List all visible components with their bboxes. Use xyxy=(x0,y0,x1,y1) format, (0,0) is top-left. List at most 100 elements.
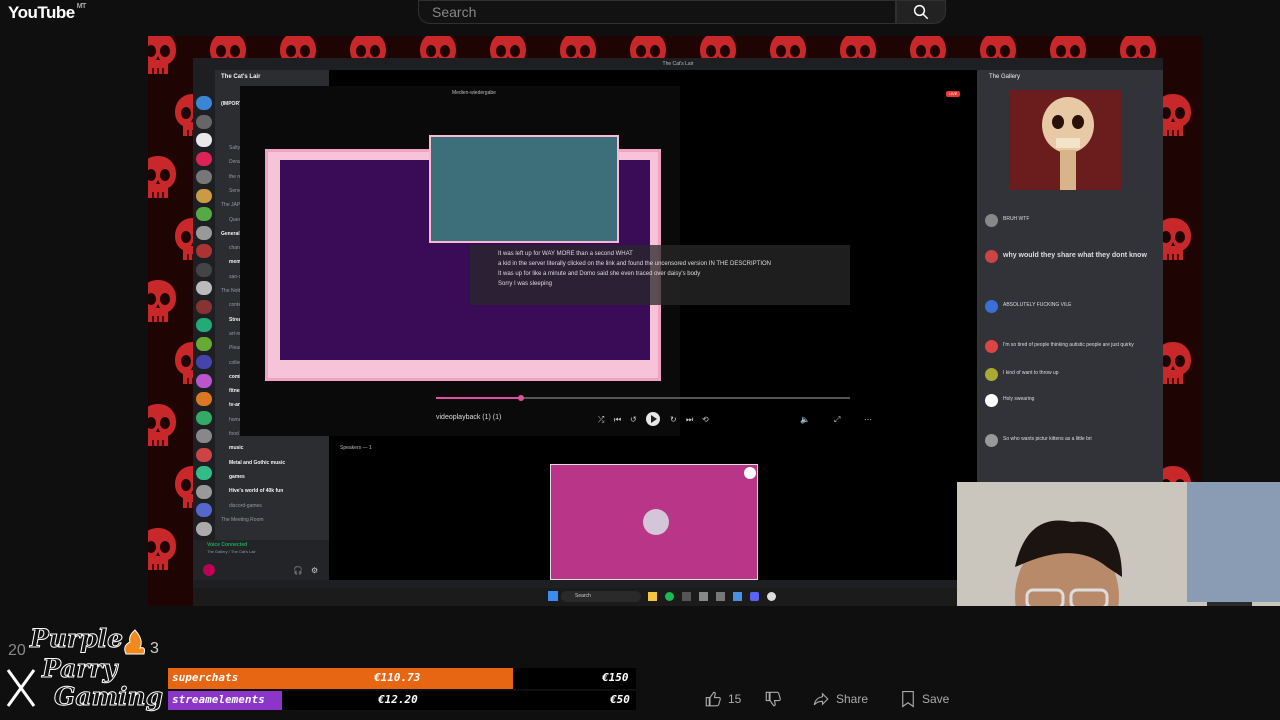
channel-item[interactable]: music xyxy=(229,445,243,451)
live-badge: LIVE xyxy=(946,91,960,97)
avatar[interactable] xyxy=(985,394,998,407)
close-icon[interactable] xyxy=(744,467,756,479)
share-label: Share xyxy=(836,692,869,706)
streamer-facecam xyxy=(429,135,619,243)
server-icon[interactable] xyxy=(196,96,212,110)
chat-message-text: why would they share what they dont know xyxy=(1003,252,1147,259)
channel-item[interactable]: The Meeting Room xyxy=(221,517,264,523)
fullscreen-icon[interactable]: ⤢ xyxy=(834,415,840,425)
server-icon[interactable] xyxy=(196,207,212,221)
shuffle-icon[interactable]: ⤮ xyxy=(598,415,604,425)
search-button[interactable] xyxy=(896,0,946,24)
server-icon[interactable] xyxy=(196,336,212,351)
thumbs-up-icon xyxy=(705,691,721,707)
repeat-icon[interactable]: ⟲ xyxy=(702,415,709,424)
like-button[interactable]: 15 xyxy=(704,688,741,710)
server-icon[interactable] xyxy=(196,392,212,406)
headphones-icon[interactable]: 🎧 xyxy=(293,566,303,575)
taskbar-search-label: Search xyxy=(575,593,591,599)
more-icon[interactable]: ⋯ xyxy=(864,415,872,424)
server-icon[interactable] xyxy=(196,484,212,499)
player-app-title: Medien-wiedergabe xyxy=(452,90,496,96)
server-icon[interactable] xyxy=(196,225,212,240)
app-icon[interactable] xyxy=(716,592,725,601)
gallery-title: The Gallery xyxy=(989,74,1021,80)
chat-message: So who wants pictur kittens as a little … xyxy=(1003,436,1153,442)
avatar[interactable] xyxy=(985,214,998,227)
volume-icon[interactable]: 🔈 xyxy=(800,415,810,424)
skull-icon xyxy=(148,156,176,198)
gallery-skeleton-image[interactable] xyxy=(1010,90,1122,190)
avatar[interactable] xyxy=(203,564,215,576)
taskbar-search[interactable]: Search xyxy=(561,591,641,602)
youtube-logo-suffix: MT xyxy=(76,3,87,10)
server-icon[interactable] xyxy=(196,355,212,369)
voice-channel-name[interactable]: The Gallery / The Cat's Lair xyxy=(207,549,256,554)
share-icon xyxy=(813,692,829,706)
superchats-label: superchats xyxy=(172,671,239,684)
server-icon[interactable] xyxy=(196,133,212,147)
side-number-2: 3 xyxy=(150,640,159,657)
server-name[interactable]: The Cat's Lair xyxy=(221,74,260,80)
avatar[interactable] xyxy=(985,340,998,353)
bookmark-icon xyxy=(902,690,914,708)
progress-handle[interactable] xyxy=(518,395,524,401)
streamelements-goal: €50 xyxy=(610,693,630,706)
search-input[interactable]: Search xyxy=(418,0,896,24)
channel-item[interactable]: games xyxy=(229,474,245,480)
gear-icon[interactable]: ⚙ xyxy=(311,566,318,575)
crossed-swords-icon xyxy=(6,669,36,707)
server-icon[interactable] xyxy=(196,318,212,332)
chat-message-text: Holy swearing xyxy=(1003,396,1035,402)
server-icon[interactable] xyxy=(196,151,212,166)
avatar[interactable] xyxy=(985,300,998,313)
server-icon[interactable] xyxy=(196,244,212,258)
server-icon[interactable] xyxy=(196,429,212,443)
server-icon[interactable] xyxy=(196,466,212,480)
chrome-icon[interactable] xyxy=(767,592,776,601)
windows-start-icon[interactable] xyxy=(548,591,558,601)
server-icon[interactable] xyxy=(196,188,212,203)
dislike-button[interactable] xyxy=(764,688,782,710)
server-icon[interactable] xyxy=(196,281,212,295)
channel-item[interactable]: discord-games xyxy=(229,503,262,509)
discord-taskbar-icon[interactable] xyxy=(750,592,759,601)
video-title: videoplayback (1) (1) xyxy=(436,414,502,421)
server-icon[interactable] xyxy=(196,299,212,314)
server-icon[interactable] xyxy=(196,373,212,388)
chat-message-text: So who wants pictur kittens as a little … xyxy=(1003,436,1092,442)
share-button[interactable]: Share xyxy=(812,688,868,710)
play-button[interactable] xyxy=(646,412,660,426)
server-icon[interactable] xyxy=(196,521,212,536)
avatar[interactable] xyxy=(985,250,998,263)
thumbs-down-icon xyxy=(765,691,781,707)
server-icon[interactable] xyxy=(196,503,212,517)
app-icon[interactable] xyxy=(682,592,691,601)
folder-icon[interactable] xyxy=(648,592,657,601)
superchats-goal: €150 xyxy=(602,671,629,684)
youtube-logo[interactable]: YouTube MT xyxy=(8,3,86,23)
spotify-icon[interactable] xyxy=(665,592,674,601)
search-placeholder: Search xyxy=(432,4,477,20)
rewind-icon[interactable]: ↺ xyxy=(630,415,637,424)
server-icon[interactable] xyxy=(196,410,212,425)
save-button[interactable]: Save xyxy=(900,688,949,710)
user-video-tile[interactable] xyxy=(550,464,758,580)
channel-item[interactable]: Hive's world of 40k fun xyxy=(229,488,283,494)
server-icon[interactable] xyxy=(196,262,212,277)
next-icon[interactable]: ⏭ xyxy=(686,415,693,425)
app-icon[interactable] xyxy=(699,592,708,601)
chat-message: I kind of want to throw up xyxy=(1003,370,1153,376)
skull-icon xyxy=(148,36,176,74)
caption-line: It was up for like a minute and Domo sai… xyxy=(498,271,701,277)
previous-icon[interactable]: ⏮ xyxy=(614,415,621,425)
forward-icon[interactable]: ↻ xyxy=(670,415,677,424)
server-icon[interactable] xyxy=(196,447,212,462)
channel-item[interactable]: Metal and Gothic music xyxy=(229,460,285,466)
server-icon[interactable] xyxy=(196,170,212,184)
avatar[interactable] xyxy=(985,368,998,381)
server-icon[interactable] xyxy=(196,114,212,129)
app-icon[interactable] xyxy=(733,592,742,601)
discord-title-bar: The Cat's Lair xyxy=(193,58,1163,70)
avatar[interactable] xyxy=(985,434,998,447)
